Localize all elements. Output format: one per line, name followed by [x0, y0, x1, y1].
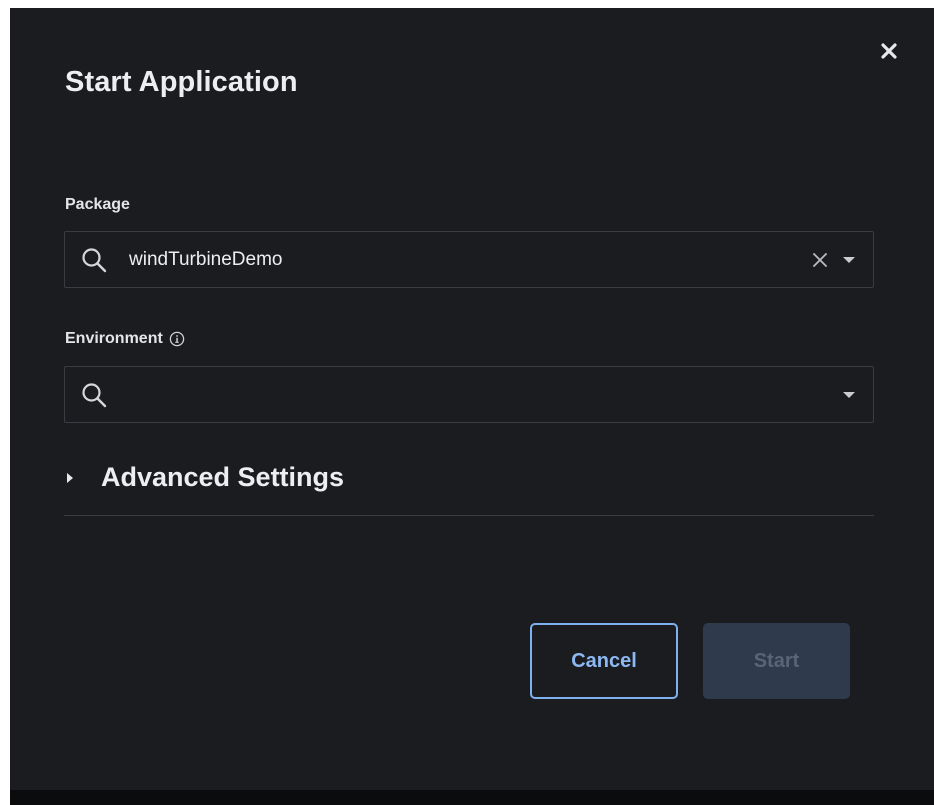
- close-icon: [881, 43, 897, 59]
- clear-icon: [813, 252, 827, 267]
- package-select[interactable]: windTurbineDemo: [64, 231, 874, 288]
- info-icon[interactable]: [169, 331, 185, 347]
- environment-select[interactable]: [64, 366, 874, 423]
- environment-label-text: Environment: [65, 330, 163, 347]
- search-icon: [80, 246, 108, 274]
- package-value: windTurbineDemo: [129, 248, 283, 270]
- cancel-button[interactable]: Cancel: [530, 623, 678, 699]
- package-label-text: Package: [65, 196, 130, 213]
- advanced-settings-label: Advanced Settings: [101, 462, 345, 492]
- start-application-dialog: Start Application Package windTurbineDem…: [10, 8, 934, 790]
- caret-right-icon: [66, 472, 76, 484]
- package-dropdown-toggle[interactable]: [839, 250, 859, 270]
- start-button[interactable]: Start: [703, 623, 850, 699]
- caret-down-icon: [843, 256, 855, 263]
- environment-label: Environment: [65, 330, 185, 348]
- close-button[interactable]: [874, 36, 904, 66]
- dialog-title: Start Application: [65, 66, 298, 98]
- clear-package-button[interactable]: [809, 249, 831, 271]
- advanced-settings-toggle[interactable]: Advanced Settings: [64, 456, 874, 516]
- search-icon: [80, 381, 108, 409]
- environment-search-input[interactable]: [118, 382, 839, 407]
- environment-dropdown-toggle[interactable]: [839, 385, 859, 405]
- caret-down-icon: [843, 391, 855, 398]
- backdrop: [10, 790, 934, 805]
- package-label: Package: [65, 196, 130, 214]
